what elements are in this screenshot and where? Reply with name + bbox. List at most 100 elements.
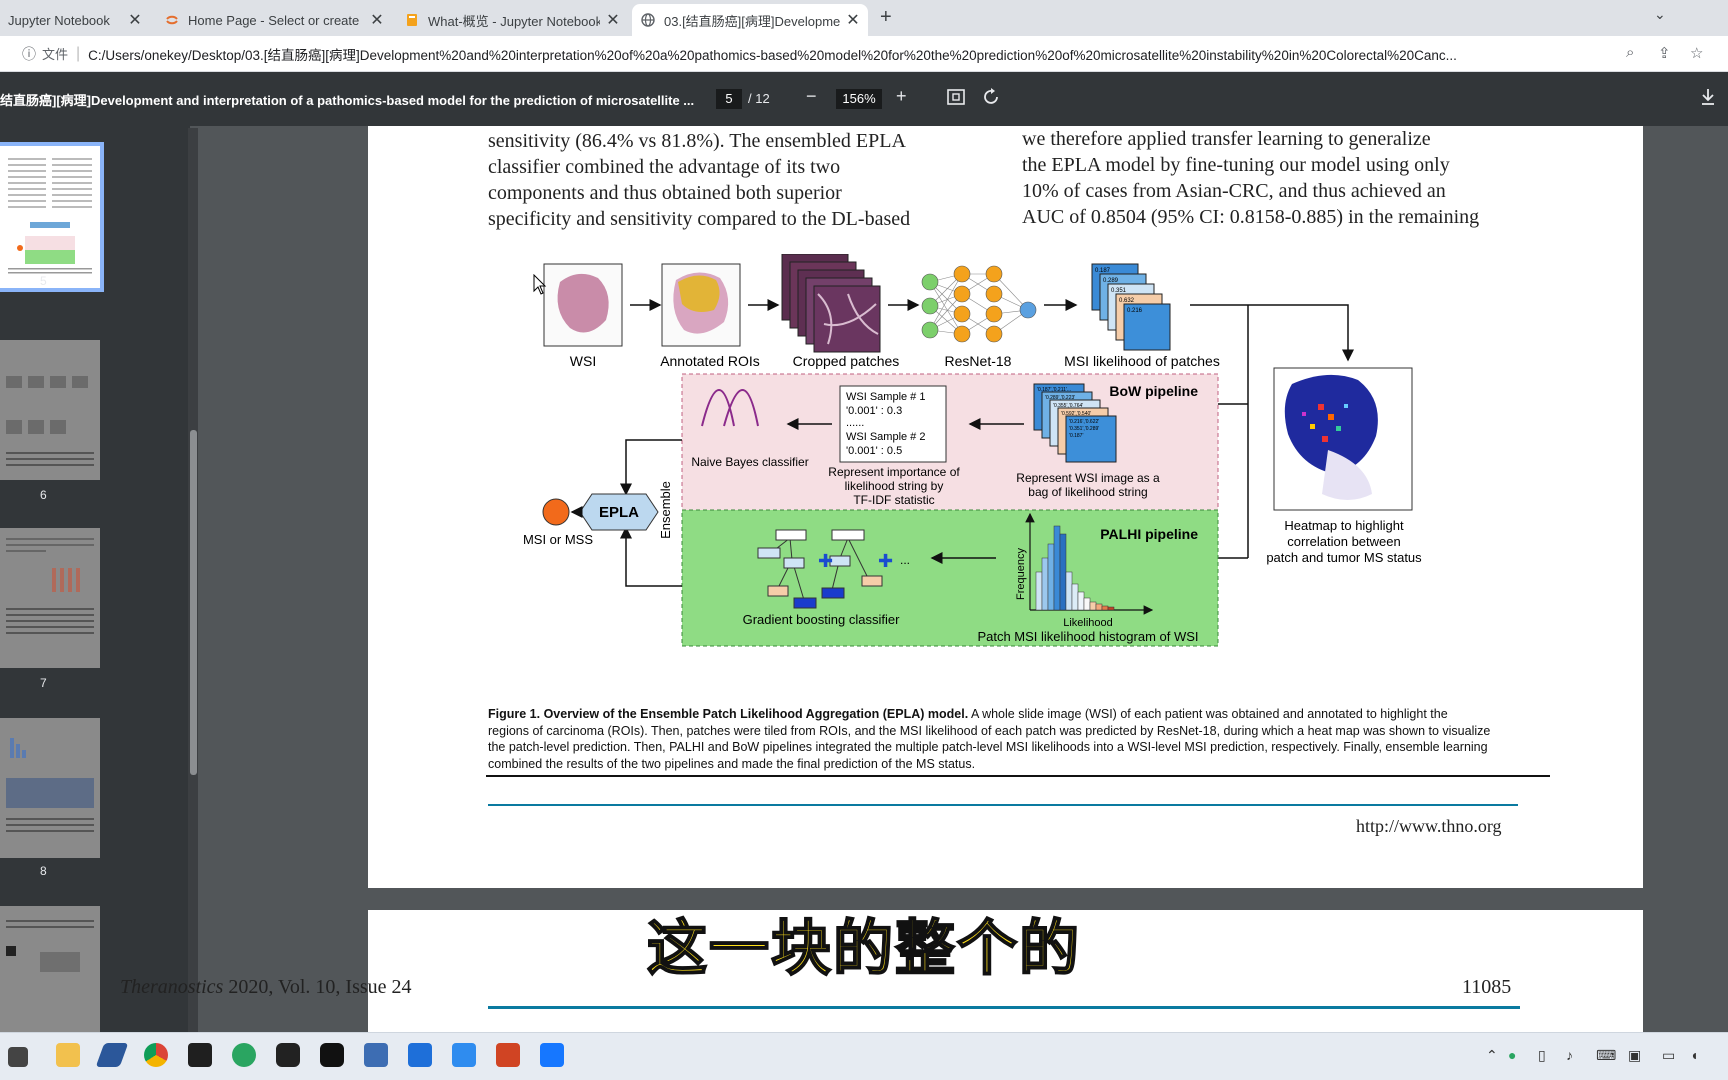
fit-page-icon[interactable] — [946, 88, 966, 111]
close-icon[interactable]: ✕ — [128, 10, 142, 30]
thumbnail-number: 8 — [40, 864, 47, 878]
caption-line: combined the results of the two pipeline… — [488, 756, 976, 771]
wechat-icon[interactable] — [232, 1043, 256, 1067]
jupyter-icon — [164, 12, 180, 28]
capcut-icon[interactable] — [320, 1043, 344, 1067]
sample-label: WSI Sample # 1 — [846, 391, 925, 403]
video-icon[interactable] — [276, 1043, 300, 1067]
footer-url[interactable]: http://www.thno.org — [1356, 816, 1502, 837]
resnet-network-diagram — [921, 265, 1037, 343]
battery-icon[interactable]: ▯ — [1538, 1047, 1546, 1064]
heatmap-line: correlation between — [1287, 534, 1400, 549]
thumbnail-page-5[interactable] — [0, 142, 104, 292]
thumbnail-page-8[interactable] — [0, 718, 100, 858]
text-line: sensitivity (86.4% vs 81.8%). The ensemb… — [488, 130, 906, 152]
caption-bold: Figure 1. Overview of the Ensemble Patch… — [488, 707, 969, 721]
remote-icon[interactable] — [364, 1043, 388, 1067]
pycharm-icon[interactable] — [188, 1043, 212, 1067]
pdf-viewer[interactable]: sensitivity (86.4% vs 81.8%). The ensemb… — [198, 126, 1728, 1032]
terminal-icon[interactable] — [95, 1043, 129, 1067]
plus-icon: ✚ — [818, 551, 833, 571]
tab-jupyter-notebook[interactable]: Jupyter Notebook ✕ — [0, 4, 150, 36]
thumbnail-number: 7 — [40, 676, 47, 690]
bow-string: '0.351','0.289' — [1069, 426, 1099, 432]
microphone-icon[interactable]: ♪ — [1566, 1047, 1573, 1063]
powerpoint-icon[interactable] — [496, 1043, 520, 1067]
thumbnail-sidebar: 5 6 7 8 — [0, 126, 190, 1032]
pdf-toolbar: 结直肠癌][病理]Development and interpretation … — [0, 72, 1728, 126]
close-icon[interactable]: ✕ — [370, 10, 384, 30]
tab-search-icon[interactable]: ⌄ — [1654, 6, 1666, 23]
zoom-in-button[interactable]: + — [896, 86, 907, 107]
bookmark-star-icon[interactable]: ☆ — [1690, 44, 1703, 62]
plus-icon: ✚ — [878, 551, 893, 571]
store-icon[interactable] — [408, 1043, 432, 1067]
info-icon[interactable]: ⓘ — [22, 44, 36, 64]
tab-home-page[interactable]: Home Page - Select or create ✕ — [156, 4, 392, 36]
input-method-icon[interactable]: ⌨ — [1596, 1047, 1616, 1064]
patch-value: 0.216 — [1127, 308, 1143, 314]
tab-title: What-概览 - Jupyter Notebook — [428, 13, 600, 29]
msi-mss-label: MSI or MSS — [523, 532, 593, 547]
text-line: specificity and sensitivity compared to … — [488, 208, 911, 230]
bow-string: '0.289','0.223' — [1045, 395, 1075, 401]
tfidf-line: Represent importance of — [828, 465, 960, 479]
tfidf-line: likelihood string by — [845, 479, 944, 493]
naive-bayes-label: Naive Bayes classifier — [691, 455, 808, 469]
mouse-cursor-icon — [533, 274, 547, 295]
download-icon[interactable] — [1700, 88, 1716, 111]
tab-what-notebook[interactable]: What-概览 - Jupyter Notebook ✕ — [396, 4, 628, 36]
desktop-icon[interactable] — [8, 1047, 28, 1067]
patch-value: 0.351 — [1111, 288, 1127, 294]
text-line: we therefore applied transfer learning t… — [1022, 128, 1431, 150]
zoom-level-input[interactable]: 156% — [836, 89, 882, 109]
address-url[interactable]: C:/Users/onekey/Desktop/03.[结直肠癌][病理]Dev… — [88, 44, 1608, 64]
caption-rule — [486, 775, 1550, 777]
patch-value: 0.187 — [1095, 268, 1111, 274]
msi-patches-label: MSI likelihood of patches — [1064, 353, 1220, 369]
close-icon[interactable]: ✕ — [846, 10, 860, 30]
text-line: the EPLA model by fine-tuning our model … — [1022, 154, 1450, 176]
security-icon[interactable]: ▣ — [1628, 1047, 1641, 1064]
bow-title: BoW pipeline — [1109, 383, 1198, 399]
caption-line: the patch-level prediction. Then, PALHI … — [488, 740, 1488, 754]
tab-title: Home Page - Select or create — [188, 12, 360, 28]
text-line: AUC of 0.8504 (95% CI: 0.8158-0.885) in … — [1022, 206, 1480, 228]
tab-pdf-active[interactable]: 03.[结直肠癌][病理]Developme ✕ — [632, 4, 868, 36]
address-divider: | — [76, 44, 81, 62]
sample-value: '0.001' : 0.5 — [846, 445, 902, 457]
thumbnail-page-6[interactable] — [0, 340, 100, 480]
pdf-page-5: sensitivity (86.4% vs 81.8%). The ensemb… — [368, 126, 1643, 888]
photos-icon[interactable] — [540, 1043, 564, 1067]
zoom-out-button[interactable]: − — [806, 86, 817, 107]
rotate-icon[interactable] — [982, 87, 1002, 112]
tray-chevron-icon[interactable]: ⌃ — [1486, 1047, 1498, 1064]
patch-value: 0.289 — [1103, 278, 1119, 284]
address-bar[interactable]: ⓘ 文件 | C:/Users/onekey/Desktop/03.[结直肠癌]… — [0, 36, 1728, 72]
display-icon[interactable]: ▭ — [1662, 1047, 1675, 1064]
wsi-label: WSI — [570, 353, 596, 369]
chrome-icon[interactable] — [144, 1043, 168, 1067]
page-number-input[interactable]: 5 — [716, 89, 742, 109]
ensemble-label: Ensemble — [658, 481, 673, 539]
new-tab-button[interactable]: + — [880, 6, 892, 29]
msi-likelihood-stack: 0.187 0.289 0.351 0.632 0.216 — [1091, 263, 1171, 351]
epla-label: EPLA — [599, 504, 639, 521]
right-column-text: we therefore applied transfer learning t… — [1022, 126, 1520, 230]
file-explorer-icon[interactable] — [56, 1043, 80, 1067]
close-icon[interactable]: ✕ — [606, 10, 620, 30]
thumbnail-page-7[interactable] — [0, 528, 100, 668]
share-icon[interactable]: ⇪ — [1658, 44, 1671, 62]
tab-title: 03.[结直肠癌][病理]Developme — [664, 13, 840, 29]
thumbnail-number: 5 — [40, 274, 47, 288]
cropped-patches-stack — [781, 254, 881, 353]
sidebar-scrollbar-thumb[interactable] — [190, 430, 197, 775]
wechat-tray-icon[interactable]: ● — [1508, 1047, 1516, 1063]
bow-string: '0.216','0.622' — [1069, 419, 1099, 425]
volume-icon[interactable]: ◖ — [1690, 1047, 1698, 1063]
feishu-icon[interactable] — [452, 1043, 476, 1067]
rois-label: Annotated ROIs — [660, 353, 760, 369]
zoom-icon[interactable]: ⌕ — [1626, 44, 1634, 61]
resnet-label: ResNet-18 — [945, 353, 1012, 369]
heatmap-line: patch and tumor MS status — [1266, 550, 1422, 565]
